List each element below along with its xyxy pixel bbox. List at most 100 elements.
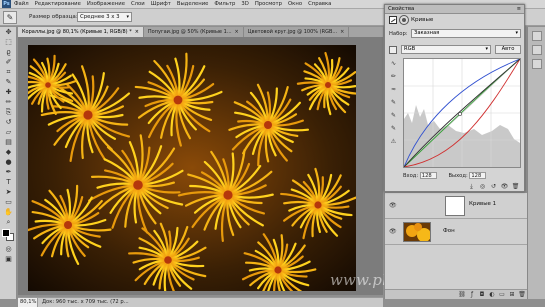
- layer-mask-thumbnail[interactable]: [445, 196, 465, 216]
- trash-icon[interactable]: 🗑: [518, 290, 526, 299]
- input-value[interactable]: 128: [419, 172, 437, 179]
- visibility-icon[interactable]: 👁: [500, 183, 509, 191]
- smooth-icon[interactable]: ≈: [389, 85, 398, 94]
- link-icon[interactable]: ⛓: [458, 290, 466, 299]
- input-label: Вход:: [403, 173, 419, 179]
- menu-window[interactable]: Окно: [288, 0, 302, 9]
- shape-tool-icon[interactable]: ▭: [2, 198, 15, 207]
- fx-icon[interactable]: ƒ: [468, 290, 476, 299]
- coral-photo[interactable]: [28, 45, 356, 291]
- close-icon[interactable]: ×: [340, 29, 344, 35]
- new-layer-icon[interactable]: ⊞: [508, 290, 516, 299]
- folder-icon[interactable]: ▭: [498, 290, 506, 299]
- hand-tool-icon[interactable]: ✋: [2, 208, 15, 217]
- quick-mask-icon[interactable]: ◎: [2, 245, 15, 254]
- auto-button[interactable]: Авто: [495, 45, 521, 54]
- adjustment-header: Кривые: [389, 15, 433, 25]
- preset-select[interactable]: Заказная ▾: [411, 29, 521, 38]
- curves-icon[interactable]: [389, 16, 397, 24]
- menu-view[interactable]: Просмотр: [255, 0, 282, 9]
- clone-tool-icon[interactable]: ⎘: [2, 108, 15, 117]
- panel-toggle-icon[interactable]: [532, 59, 542, 69]
- document-tabs: Кораллы.jpg @ 80,1% (Кривые 1, RGB/8) * ×…: [18, 27, 383, 37]
- menu-filter[interactable]: Фильтр: [214, 0, 235, 9]
- black-eyedropper-icon[interactable]: ✎: [389, 98, 398, 107]
- mask-icon[interactable]: ◘: [478, 290, 486, 299]
- sample-size-select[interactable]: Среднее 3 x 3 ▾: [77, 12, 132, 22]
- layer-curves[interactable]: 👁 Кривые 1: [385, 193, 528, 219]
- history-brush-icon[interactable]: ↺: [2, 118, 15, 127]
- screen-mode-icon[interactable]: ▣: [2, 255, 15, 264]
- path-select-icon[interactable]: ➤: [2, 188, 15, 197]
- properties-footer: ⤓ ◎ ↺ 👁 🗑: [465, 183, 520, 191]
- close-icon[interactable]: ×: [135, 29, 139, 35]
- canvas-area[interactable]: www.photoshopsunduchok.ru: [18, 37, 545, 295]
- output-label: Выход:: [448, 173, 468, 179]
- zoom-level[interactable]: 80,1%: [18, 298, 38, 307]
- layers-panel: 👁 Кривые 1 👁 Фон ⛓ ƒ ◘ ◐ ▭ ⊞ 🗑: [384, 193, 528, 299]
- menu-help[interactable]: Справка: [308, 0, 331, 9]
- color-swatches[interactable]: [1, 229, 16, 243]
- eye-icon[interactable]: 👁: [389, 202, 397, 209]
- trash-icon[interactable]: 🗑: [511, 183, 520, 191]
- adjustment-icon[interactable]: ◐: [488, 290, 496, 299]
- move-tool-icon[interactable]: ✥: [2, 28, 15, 37]
- tab-corals[interactable]: Кораллы.jpg @ 80,1% (Кривые 1, RGB/8) * ×: [18, 27, 144, 37]
- menu-type[interactable]: Шрифт: [151, 0, 171, 9]
- panel-toggle-icon[interactable]: [532, 45, 542, 55]
- menu-layers[interactable]: Слои: [131, 0, 145, 9]
- eyedropper-preset-icon[interactable]: ✎: [3, 11, 17, 24]
- quick-select-tool-icon[interactable]: ✐: [2, 58, 15, 67]
- properties-header[interactable]: Свойства ≡: [385, 5, 524, 14]
- pen-tool-icon[interactable]: ✒: [2, 168, 15, 177]
- target-adjust-icon[interactable]: [389, 46, 397, 54]
- panel-toggle-icon[interactable]: [532, 31, 542, 41]
- menu-edit[interactable]: Редактирование: [35, 0, 81, 9]
- clipping-icon[interactable]: ⚠: [389, 137, 398, 146]
- dodge-tool-icon[interactable]: ●: [2, 158, 15, 167]
- brush-tool-icon[interactable]: ✏: [2, 98, 15, 107]
- sample-size-label: Размер образца:: [29, 14, 78, 20]
- lasso-tool-icon[interactable]: ϱ: [2, 48, 15, 57]
- clip-to-layer-icon[interactable]: ⤓: [467, 183, 476, 191]
- previous-state-icon[interactable]: ◎: [478, 183, 487, 191]
- mask-icon[interactable]: [399, 15, 409, 25]
- pencil-icon[interactable]: ✏: [389, 72, 398, 81]
- layer-background[interactable]: 👁 Фон: [385, 219, 528, 245]
- eraser-tool-icon[interactable]: ▱: [2, 128, 15, 137]
- curves-graph[interactable]: [403, 58, 521, 168]
- menu-image[interactable]: Изображение: [87, 0, 125, 9]
- crop-tool-icon[interactable]: ⌗: [2, 68, 15, 77]
- blur-tool-icon[interactable]: ◆: [2, 148, 15, 157]
- properties-panel: Свойства ≡ Кривые Набор: Заказная ▾ RGB …: [384, 4, 525, 192]
- zoom-tool-icon[interactable]: ⌕: [2, 218, 15, 227]
- eye-icon[interactable]: 👁: [389, 228, 397, 235]
- foreground-color-swatch[interactable]: [2, 229, 10, 237]
- eyedropper-tool-icon[interactable]: ✎: [2, 78, 15, 87]
- chevron-down-icon: ▾: [485, 46, 488, 52]
- channel-select[interactable]: RGB ▾: [401, 45, 491, 54]
- layer-name: Фон: [443, 228, 455, 234]
- point-edit-icon[interactable]: ∿: [389, 59, 398, 68]
- properties-title: Свойства: [388, 6, 415, 12]
- menu-select[interactable]: Выделение: [177, 0, 209, 9]
- curves-tools: ∿ ✏ ≈ ✎ ✎ ✎ ⚠: [389, 59, 399, 150]
- reset-icon[interactable]: ↺: [489, 183, 498, 191]
- chevron-down-icon: ▾: [126, 14, 129, 20]
- white-eyedropper-icon[interactable]: ✎: [389, 124, 398, 133]
- output-value[interactable]: 128: [469, 172, 487, 179]
- tab-label: Кораллы.jpg @ 80,1% (Кривые 1, RGB/8) *: [22, 29, 132, 35]
- type-tool-icon[interactable]: T: [2, 178, 15, 187]
- preset-label: Набор:: [389, 31, 408, 37]
- gray-eyedropper-icon[interactable]: ✎: [389, 111, 398, 120]
- healing-tool-icon[interactable]: ✚: [2, 88, 15, 97]
- panel-menu-icon[interactable]: ≡: [517, 5, 521, 14]
- tab-color-wheel[interactable]: Цветовой круг.jpg @ 100% (RGB... ×: [244, 27, 350, 37]
- close-icon[interactable]: ×: [235, 29, 239, 35]
- menu-3d[interactable]: 3D: [241, 0, 248, 9]
- tab-parrots[interactable]: Попугаи.jpg @ 50% (Кривые 1... ×: [144, 27, 244, 37]
- gradient-tool-icon[interactable]: ▤: [2, 138, 15, 147]
- menu-file[interactable]: Файл: [14, 0, 29, 9]
- document-size[interactable]: Док: 960 тыс. х 709 тыс. (72 р...: [42, 298, 129, 307]
- marquee-tool-icon[interactable]: ⬚: [2, 38, 15, 47]
